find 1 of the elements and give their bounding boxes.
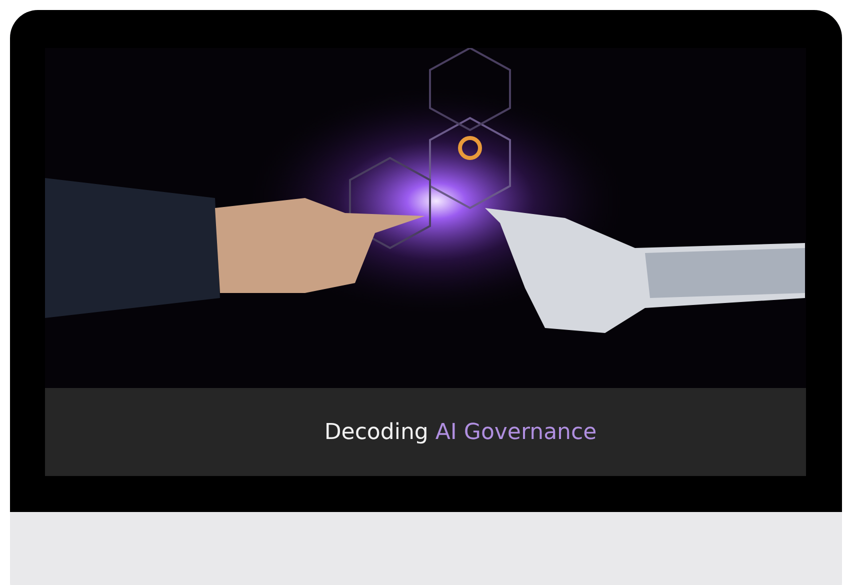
caption-title: Decoding AI Governance [324, 420, 597, 444]
